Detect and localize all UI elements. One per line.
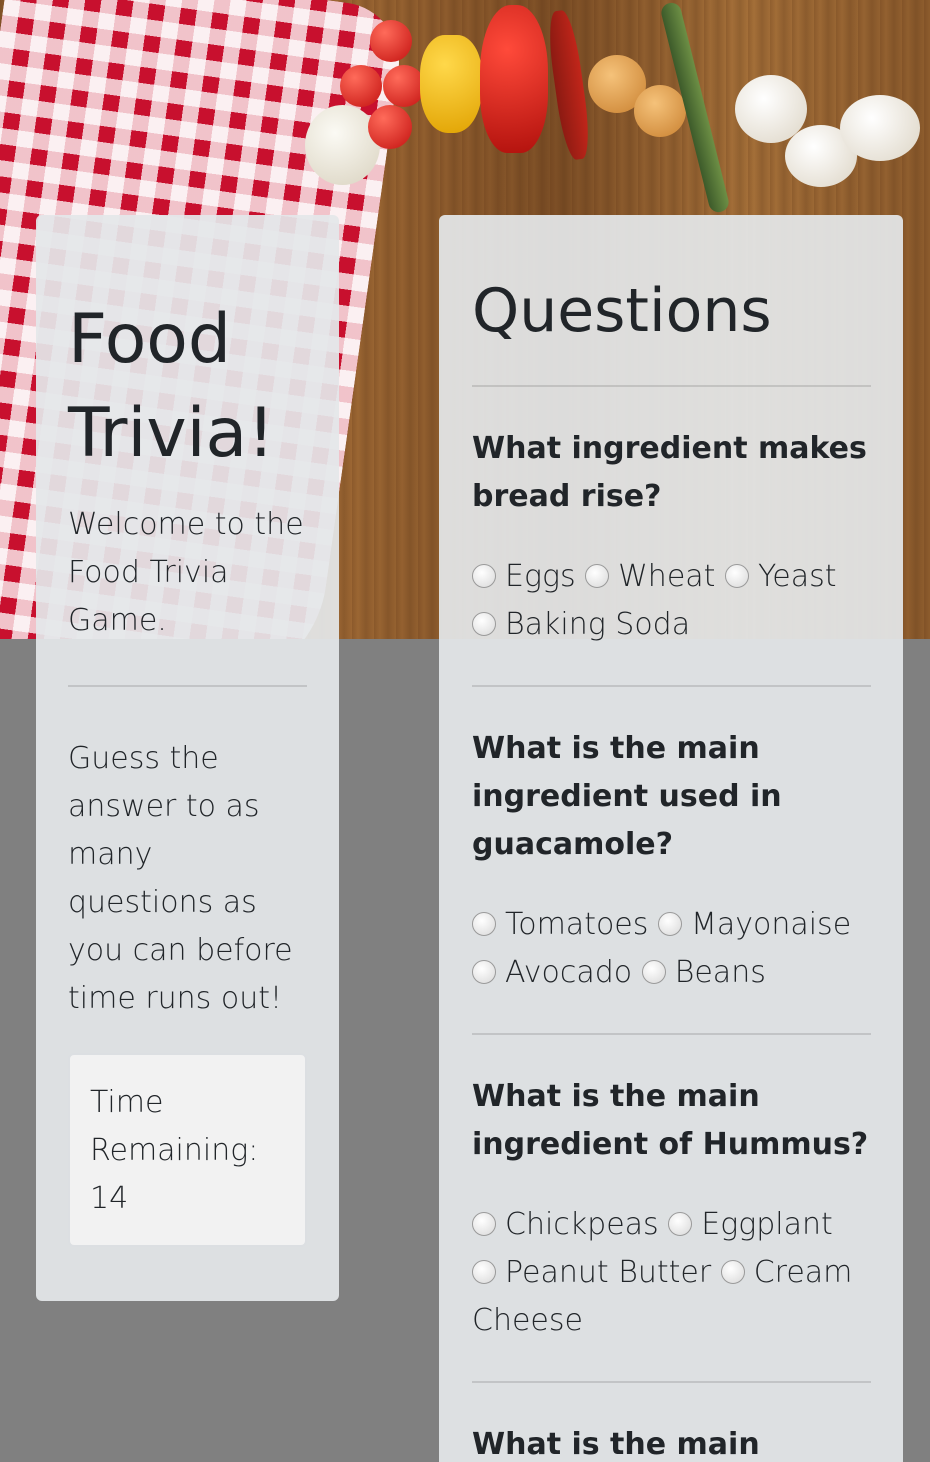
answer-radio[interactable] (724, 564, 749, 588)
question-block: What is the main ingredient used in guac… (472, 687, 871, 997)
answer-label[interactable]: Mayonaise (691, 907, 851, 942)
answer-label[interactable]: Tomatoes (505, 907, 648, 942)
answer-radio[interactable] (472, 1212, 496, 1236)
answer-radio[interactable] (472, 1260, 496, 1284)
question-text: What ingredient makes bread rise? (472, 431, 867, 514)
answer-label[interactable]: Eggs (505, 559, 576, 594)
mushroom-icon (840, 95, 920, 161)
red-pepper-icon (480, 5, 548, 153)
tomato-icon (368, 105, 412, 149)
answer-radio[interactable] (472, 612, 496, 636)
instructions-text: Guess the answer to as many questions as… (68, 741, 293, 1016)
answer-radio[interactable] (472, 912, 496, 936)
questions-heading: Questions (472, 276, 772, 346)
answer-label[interactable]: Avocado (505, 955, 632, 990)
answer-label[interactable]: Chickpeas (505, 1207, 659, 1242)
intro-panel: Food Trivia! Welcome to the Food Trivia … (36, 215, 339, 1301)
timer-value: 14 (90, 1181, 129, 1216)
answer-radio[interactable] (641, 960, 666, 984)
question-text: What is the main ingredient of Hummus? (472, 1079, 869, 1162)
answer-options: Chickpeas Eggplant Peanut Butter Cream C… (472, 1201, 871, 1345)
answer-label[interactable]: Peanut Butter (505, 1255, 711, 1290)
question-block: What is the main ingredient of Hummus? C… (472, 1035, 871, 1345)
timer-box: Time Remaining: 14 (68, 1053, 307, 1247)
timer-label: Time Remaining: (90, 1085, 259, 1168)
answer-label[interactable]: Yeast (758, 559, 837, 594)
tomato-icon (340, 65, 382, 107)
divider (68, 685, 307, 687)
question-text: What is the main ingredient used in guac… (472, 731, 782, 862)
garlic-icon (305, 105, 380, 185)
yellow-pepper-icon (420, 35, 482, 133)
tomato-icon (370, 20, 412, 62)
questions-panel: Questions What ingredient makes bread ri… (439, 215, 903, 1462)
answer-radio[interactable] (668, 1212, 693, 1236)
answer-radio[interactable] (585, 564, 610, 588)
answer-radio[interactable] (472, 564, 496, 588)
answer-radio[interactable] (720, 1260, 745, 1284)
answer-label[interactable]: Beans (675, 955, 766, 990)
onion-icon (634, 85, 686, 137)
answer-label[interactable]: Wheat (618, 559, 715, 594)
tomato-icon (383, 65, 425, 107)
chili-icon (544, 8, 594, 162)
answer-label[interactable]: Eggplant (701, 1207, 833, 1242)
welcome-text: Welcome to the Food Trivia Game. (68, 507, 304, 638)
answer-label[interactable]: Baking Soda (505, 607, 690, 642)
page-title: Food Trivia! (68, 300, 275, 473)
question-block: What is the main export out of Cuba? (472, 1383, 871, 1462)
question-text: What is the main export out of Cuba? (472, 1427, 760, 1462)
answer-options: Eggs Wheat Yeast Baking Soda (472, 553, 871, 649)
answer-radio[interactable] (657, 912, 682, 936)
answer-radio[interactable] (472, 960, 496, 984)
answer-options: Tomatoes Mayonaise Avocado Beans (472, 901, 871, 997)
question-block: What ingredient makes bread rise? Eggs W… (472, 387, 871, 649)
